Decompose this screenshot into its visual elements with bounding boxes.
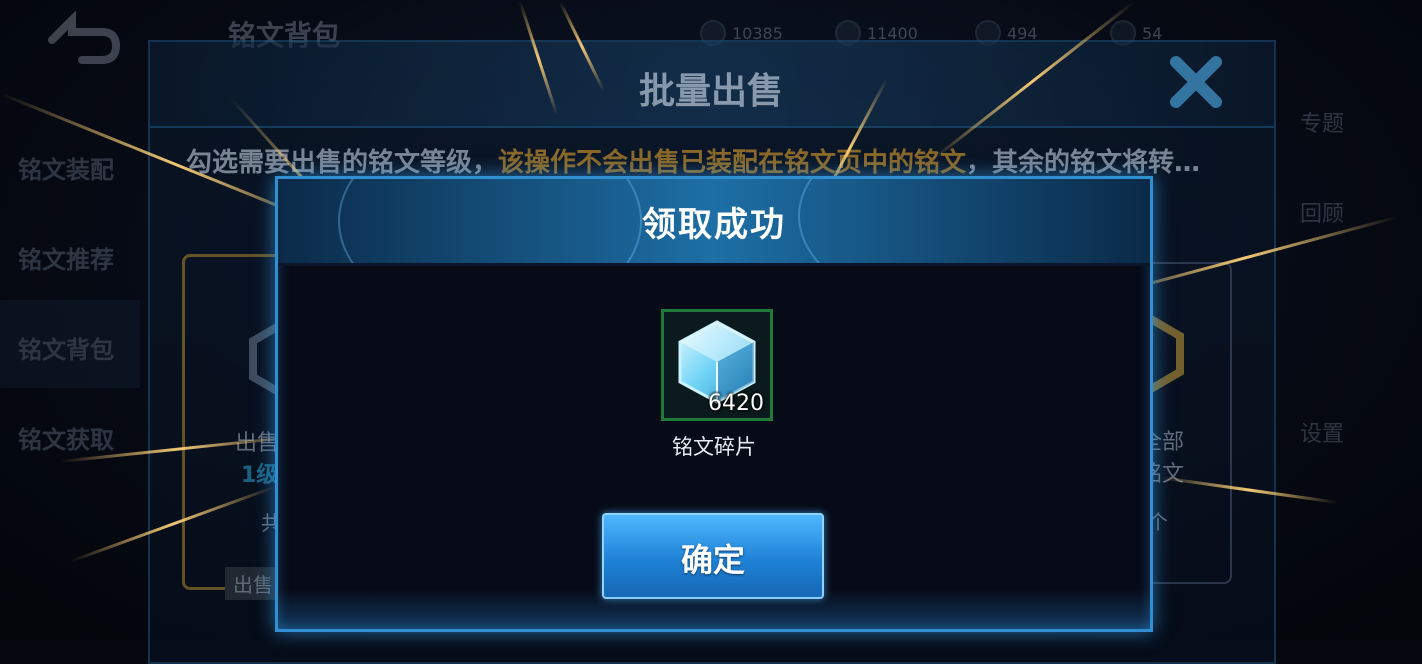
reward-item-slot[interactable]: 6420 [661, 309, 773, 421]
sidebar-item-equip[interactable]: 铭文装配 [18, 150, 114, 185]
item-count: 6420 [708, 391, 764, 416]
dialog-title: 领取成功 [642, 205, 786, 245]
confirm-button[interactable]: 确定 [602, 513, 824, 599]
left-card-line2: 1级 [241, 463, 279, 488]
batch-sell-description: 勾选需要出售的铭文等级，该操作不会出售已装配在铭文页中的铭文，其余的铭文将转… [186, 148, 1201, 178]
reward-dialog: 领取成功 6420 铭文碎片 确定 [275, 176, 1153, 632]
close-icon[interactable] [1166, 52, 1226, 112]
item-name: 铭文碎片 [672, 435, 756, 459]
dialog-header: 领取成功 [278, 179, 1150, 266]
sidebar-item-bag[interactable]: 铭文背包 [18, 330, 114, 365]
right-item-2[interactable]: 回顾 [1300, 196, 1344, 228]
left-card-sell-tag: 出售 [225, 567, 281, 600]
right-item-3[interactable]: 设置 [1300, 416, 1344, 448]
confirm-label: 确定 [680, 541, 745, 579]
back-arrow-icon[interactable] [42, 10, 122, 66]
dialog-bottom-glow [278, 589, 1150, 629]
sidebar-item-recommend[interactable]: 铭文推荐 [18, 240, 114, 275]
sidebar-item-obtain[interactable]: 铭文获取 [18, 420, 114, 455]
